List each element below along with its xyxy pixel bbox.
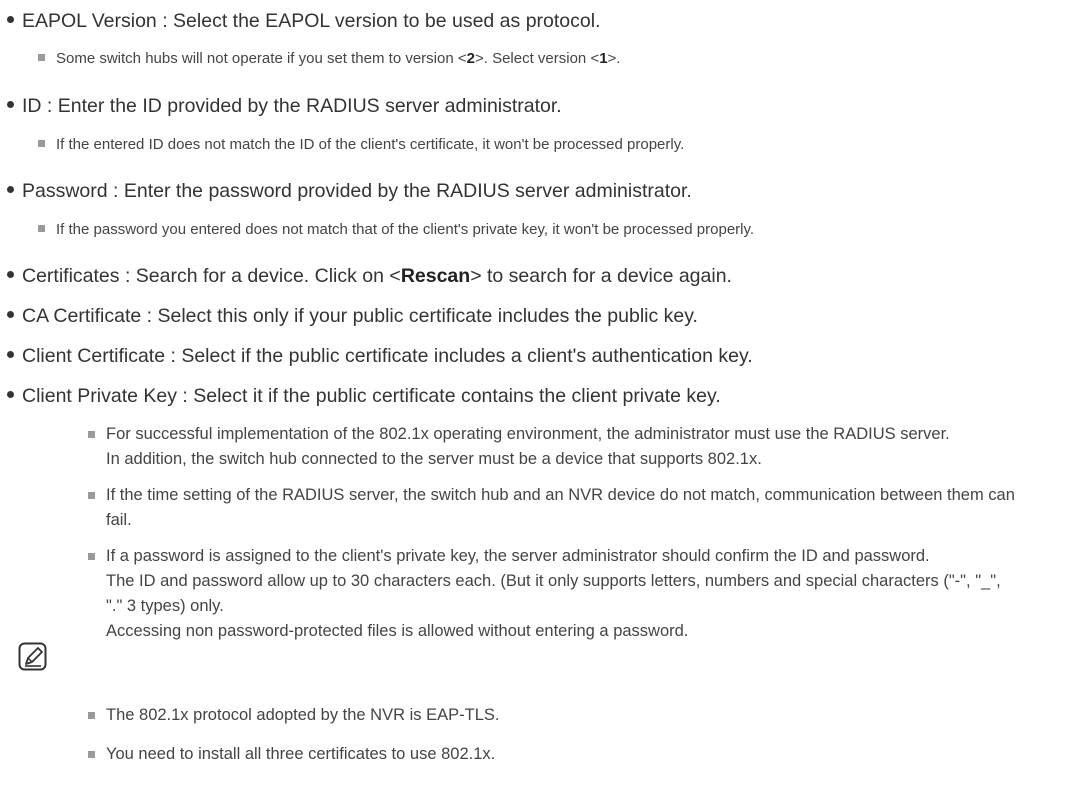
bullet-label: EAPOL Version: [22, 10, 157, 32]
square-bullet-icon: [38, 140, 45, 147]
separator: :: [119, 265, 136, 287]
bullet-dot-icon: [7, 271, 14, 278]
bullet-dot-icon: [7, 101, 14, 108]
bullet-description: Enter the ID provided by the RADIUS serv…: [57, 95, 562, 117]
bullet-id: ID : Enter the ID provided by the RADIUS…: [6, 93, 562, 119]
bullet-dot-icon: [7, 186, 14, 193]
note-item: The 802.1x protocol adopted by the NVR i…: [88, 703, 1063, 728]
subnote-eapol: Some switch hubs will not operate if you…: [38, 48, 620, 70]
note-item: If the time setting of the RADIUS server…: [88, 483, 1063, 533]
note-item: If a password is assigned to the client'…: [88, 544, 1063, 644]
bullet-description: Select this only if your public certific…: [157, 305, 698, 327]
bullet-dot-icon: [7, 351, 14, 358]
bullet-label: CA Certificate: [22, 305, 142, 327]
square-bullet-icon: [88, 431, 95, 438]
square-bullet-icon: [38, 225, 45, 232]
note-item: You need to install all three certificat…: [88, 742, 1063, 767]
bullet-label: Password: [22, 180, 108, 202]
subnote-id: If the entered ID does not match the ID …: [38, 134, 684, 156]
bullet-ca-certificate: CA Certificate : Select this only if you…: [6, 303, 698, 329]
bullet-description: Select the EAPOL version to be used as p…: [173, 10, 601, 32]
subnote-password: If the password you entered does not mat…: [38, 219, 754, 241]
bullet-label: Client Certificate: [22, 345, 166, 367]
bullet-label: ID: [22, 95, 42, 117]
note-pencil-icon: [18, 642, 47, 671]
bullet-dot-icon: [7, 311, 14, 318]
bullet-dot-icon: [7, 16, 14, 23]
square-bullet-icon: [88, 492, 95, 499]
separator: :: [41, 95, 58, 117]
note-item: For successful implementation of the 802…: [88, 422, 1063, 472]
square-bullet-icon: [38, 54, 45, 61]
bullet-description: Select it if the public certificate cont…: [193, 385, 721, 407]
manual-page: EAPOL Version : Select the EAPOL version…: [0, 0, 1078, 789]
square-bullet-icon: [88, 553, 95, 560]
separator: :: [156, 10, 174, 32]
separator: :: [176, 385, 194, 407]
square-bullet-icon: [88, 751, 95, 758]
bullet-description: Enter the password provided by the RADIU…: [123, 180, 692, 202]
bullet-description: Select if the public certificate include…: [181, 345, 753, 367]
rescan-label: Rescan: [400, 265, 471, 287]
separator: :: [141, 305, 158, 327]
bullet-label: Client Private Key: [22, 385, 177, 407]
bullet-client-certificate: Client Certificate : Select if the publi…: [6, 343, 753, 369]
bullet-password: Password : Enter the password provided b…: [6, 178, 692, 204]
bullet-certificates: Certificates : Search for a device. Clic…: [6, 263, 732, 289]
bullet-eapol-version: EAPOL Version : Select the EAPOL version…: [6, 8, 601, 34]
bullet-dot-icon: [7, 391, 14, 398]
square-bullet-icon: [88, 712, 95, 719]
bullet-label: Certificates: [22, 265, 120, 287]
bullet-client-private-key: Client Private Key : Select it if the pu…: [6, 383, 721, 409]
separator: :: [165, 345, 182, 367]
separator: :: [107, 180, 124, 202]
